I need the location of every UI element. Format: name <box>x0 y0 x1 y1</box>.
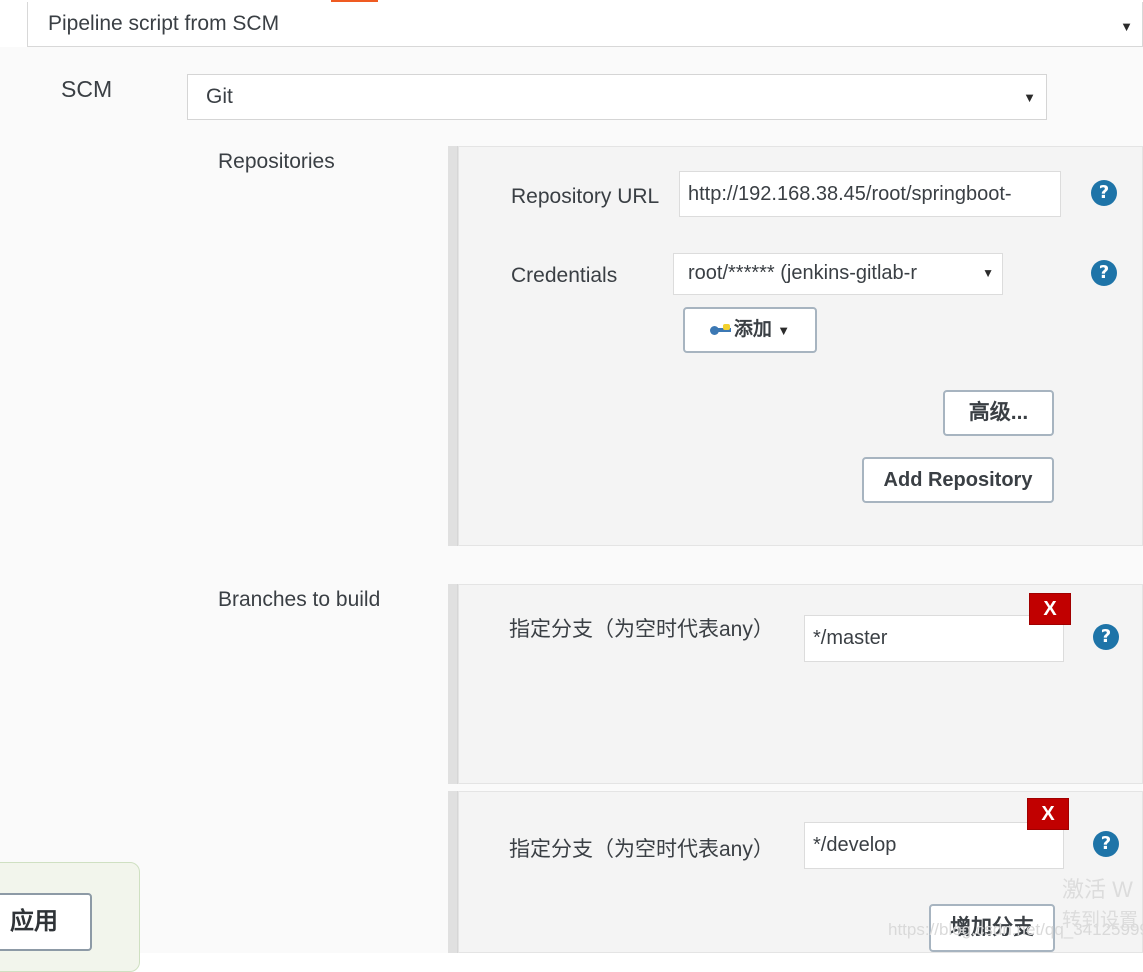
repositories-label: Repositories <box>218 150 335 173</box>
apply-button[interactable]: 应用 <box>0 893 92 951</box>
branch-specifier-input[interactable]: */develop <box>804 822 1064 869</box>
credentials-select-value: root/****** (jenkins-gitlab-r <box>688 262 917 284</box>
chevron-down-icon: ▼ <box>777 323 791 338</box>
definition-select-value: Pipeline script from SCM <box>48 12 280 35</box>
credentials-select[interactable]: root/****** (jenkins-gitlab-r ▼ <box>673 253 1003 295</box>
chevron-down-icon: ▼ <box>1023 90 1036 105</box>
repositories-panel: Repository URL http://192.168.38.45/root… <box>458 146 1143 546</box>
windows-activate-watermark-line1: 激活 W <box>1062 877 1133 902</box>
chevron-down-icon: ▼ <box>1120 19 1133 34</box>
definition-select[interactable]: Pipeline script from SCM ▼ <box>27 2 1143 47</box>
delete-branch-button[interactable]: X <box>1029 593 1071 625</box>
advanced-button[interactable]: 高级... <box>943 390 1054 436</box>
delete-branch-button[interactable]: X <box>1027 798 1069 830</box>
branch-specifier-label: 指定分支（为空时代表any） <box>509 838 774 861</box>
branch-row-grip[interactable] <box>448 791 458 953</box>
jenkins-pipeline-config-page: Pipeline script from SCM ▼ SCM Git ▼ Rep… <box>0 0 1143 972</box>
key-icon <box>709 323 732 336</box>
help-icon[interactable]: ? <box>1091 260 1117 286</box>
chevron-down-icon: ▼ <box>982 266 994 280</box>
add-credentials-button[interactable]: 添加 ▼ <box>683 307 817 353</box>
credentials-label: Credentials <box>511 264 618 287</box>
branch-specifier-input[interactable]: */master <box>804 615 1064 662</box>
branches-to-build-label: Branches to build <box>218 588 381 611</box>
scm-select[interactable]: Git ▼ <box>187 74 1047 120</box>
branch-row: 指定分支（为空时代表any） */master X ? <box>458 584 1143 784</box>
scm-select-value: Git <box>206 85 233 108</box>
add-credentials-label: 添加 <box>733 319 772 340</box>
branch-specifier-label: 指定分支（为空时代表any） <box>509 618 774 641</box>
help-icon[interactable]: ? <box>1093 624 1119 650</box>
scm-label: SCM <box>61 76 113 102</box>
repository-url-label: Repository URL <box>511 185 660 208</box>
repositories-panel-grip[interactable] <box>448 146 458 546</box>
help-icon[interactable]: ? <box>1091 180 1117 206</box>
add-repository-button[interactable]: Add Repository <box>862 457 1054 503</box>
windows-activate-watermark-line2: 转到设置 <box>1062 910 1139 931</box>
branch-row-grip[interactable] <box>448 584 458 784</box>
repository-url-input[interactable]: http://192.168.38.45/root/springboot- <box>679 171 1061 217</box>
help-icon[interactable]: ? <box>1093 831 1119 857</box>
